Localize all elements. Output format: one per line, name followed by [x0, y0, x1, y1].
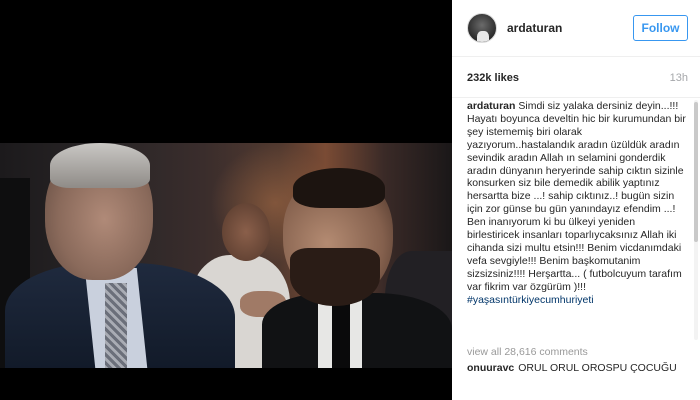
younger-man-beard: [290, 248, 380, 306]
follow-button[interactable]: Follow: [633, 15, 688, 41]
likes-count[interactable]: 232k likes: [467, 72, 519, 84]
caption-hashtag[interactable]: #yaşasıntürkiyecumhuriyeti: [467, 294, 594, 306]
view-all-comments-link[interactable]: view all 28,616 comments: [467, 346, 588, 358]
comment-text: ORUL ORUL OROSPU ÇOCUĞU: [518, 362, 677, 374]
post-timestamp[interactable]: 13h: [670, 72, 688, 84]
post-photo[interactable]: [0, 143, 452, 368]
comment-username[interactable]: onuuravc: [467, 362, 514, 374]
older-man-tie: [105, 283, 127, 368]
avatar[interactable]: [467, 13, 497, 43]
caption-username[interactable]: ardaturan: [467, 100, 515, 112]
background-person-head: [222, 203, 270, 261]
comment-item: onuuravc ORUL ORUL OROSPU ÇOCUĞU: [467, 362, 689, 376]
post-stats: 232k likes 13h: [452, 57, 700, 98]
header-username[interactable]: ardaturan: [507, 21, 562, 35]
caption-scrollbar-thumb[interactable]: [694, 102, 698, 242]
post-header: ardaturan Follow: [452, 0, 700, 57]
younger-man-hair: [293, 168, 385, 208]
older-man-hair: [50, 143, 150, 188]
post-sidebar: ardaturan Follow 232k likes 13h ardatura…: [452, 0, 700, 400]
post-caption: ardaturan Simdi siz yalaka dersiniz deyi…: [467, 100, 689, 307]
younger-man-tie: [332, 303, 350, 368]
caption-text: Simdi siz yalaka dersiniz deyin...!!! Ha…: [467, 100, 686, 293]
post-media[interactable]: [0, 0, 452, 400]
